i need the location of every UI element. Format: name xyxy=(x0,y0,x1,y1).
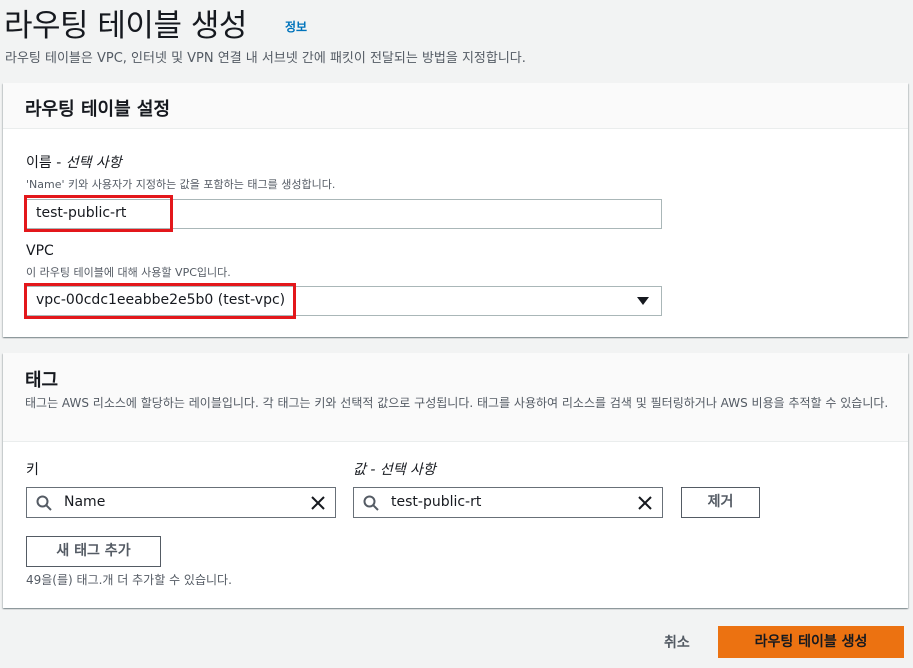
tags-description: 태그는 AWS 리소스에 할당하는 레이블입니다. 각 태그는 키와 선택적 값… xyxy=(25,396,889,410)
tags-panel-header: 태그 태그는 AWS 리소스에 할당하는 레이블입니다. 각 태그는 키와 선택… xyxy=(3,353,908,442)
tags-panel: 태그 태그는 AWS 리소스에 할당하는 레이블입니다. 각 태그는 키와 선택… xyxy=(3,353,908,608)
vpc-select-value: vpc-00cdc1eeabbe2e5b0 (test-vpc) xyxy=(36,292,286,308)
clear-icon[interactable] xyxy=(309,494,327,512)
tag-key-input[interactable]: Name xyxy=(26,487,336,518)
name-input[interactable]: test-public-rt xyxy=(26,199,662,229)
page-description: 라우팅 테이블은 VPC, 인터넷 및 VPN 연결 내 서브넷 간에 패킷이 … xyxy=(5,51,526,66)
info-link[interactable]: 정보 xyxy=(285,18,307,35)
add-tag-button[interactable]: 새 태그 추가 xyxy=(26,536,161,567)
tag-key-label: 키 xyxy=(26,462,39,478)
settings-panel-title: 라우팅 테이블 설정 xyxy=(25,99,171,120)
vpc-select[interactable]: vpc-00cdc1eeabbe2e5b0 (test-vpc) xyxy=(26,286,662,316)
tags-panel-title: 태그 xyxy=(25,370,59,391)
tag-key-value: Name xyxy=(64,494,106,510)
tag-value-value: test-public-rt xyxy=(391,494,482,510)
name-field-description: 'Name' 키와 사용자가 지정하는 값을 포함하는 태그를 생성합니다. xyxy=(26,178,336,191)
tag-value-input[interactable]: test-public-rt xyxy=(353,487,663,518)
clear-icon[interactable] xyxy=(636,494,654,512)
create-route-table-button[interactable]: 라우팅 테이블 생성 xyxy=(718,626,904,658)
settings-panel-header: 라우팅 테이블 설정 xyxy=(3,83,908,129)
vpc-field-description: 이 라우팅 테이블에 대해 사용할 VPC입니다. xyxy=(26,266,231,279)
name-label-text: 이름 - xyxy=(26,155,62,171)
tag-value-label-text: 값 - xyxy=(353,462,376,478)
search-icon xyxy=(36,495,52,511)
search-icon xyxy=(363,495,379,511)
route-table-settings-panel: 라우팅 테이블 설정 이름 - 선택 사항 'Name' 키와 사용자가 지정하… xyxy=(3,83,908,337)
name-input-value: test-public-rt xyxy=(36,205,127,221)
vpc-field-label: VPC xyxy=(26,243,54,259)
remove-tag-button[interactable]: 제거 xyxy=(681,487,760,518)
tag-value-label: 값 - 선택 사항 xyxy=(353,459,436,479)
cancel-button[interactable]: 취소 xyxy=(664,632,690,652)
tag-value-optional-text: 선택 사항 xyxy=(379,462,436,478)
caret-down-icon xyxy=(637,297,649,305)
name-field-label: 이름 - 선택 사항 xyxy=(26,152,122,172)
name-optional-text: 선택 사항 xyxy=(65,155,122,171)
page-title: 라우팅 테이블 생성 xyxy=(4,8,247,44)
tag-limit-note: 49을(를) 태그.개 더 추가할 수 있습니다. xyxy=(26,573,232,587)
